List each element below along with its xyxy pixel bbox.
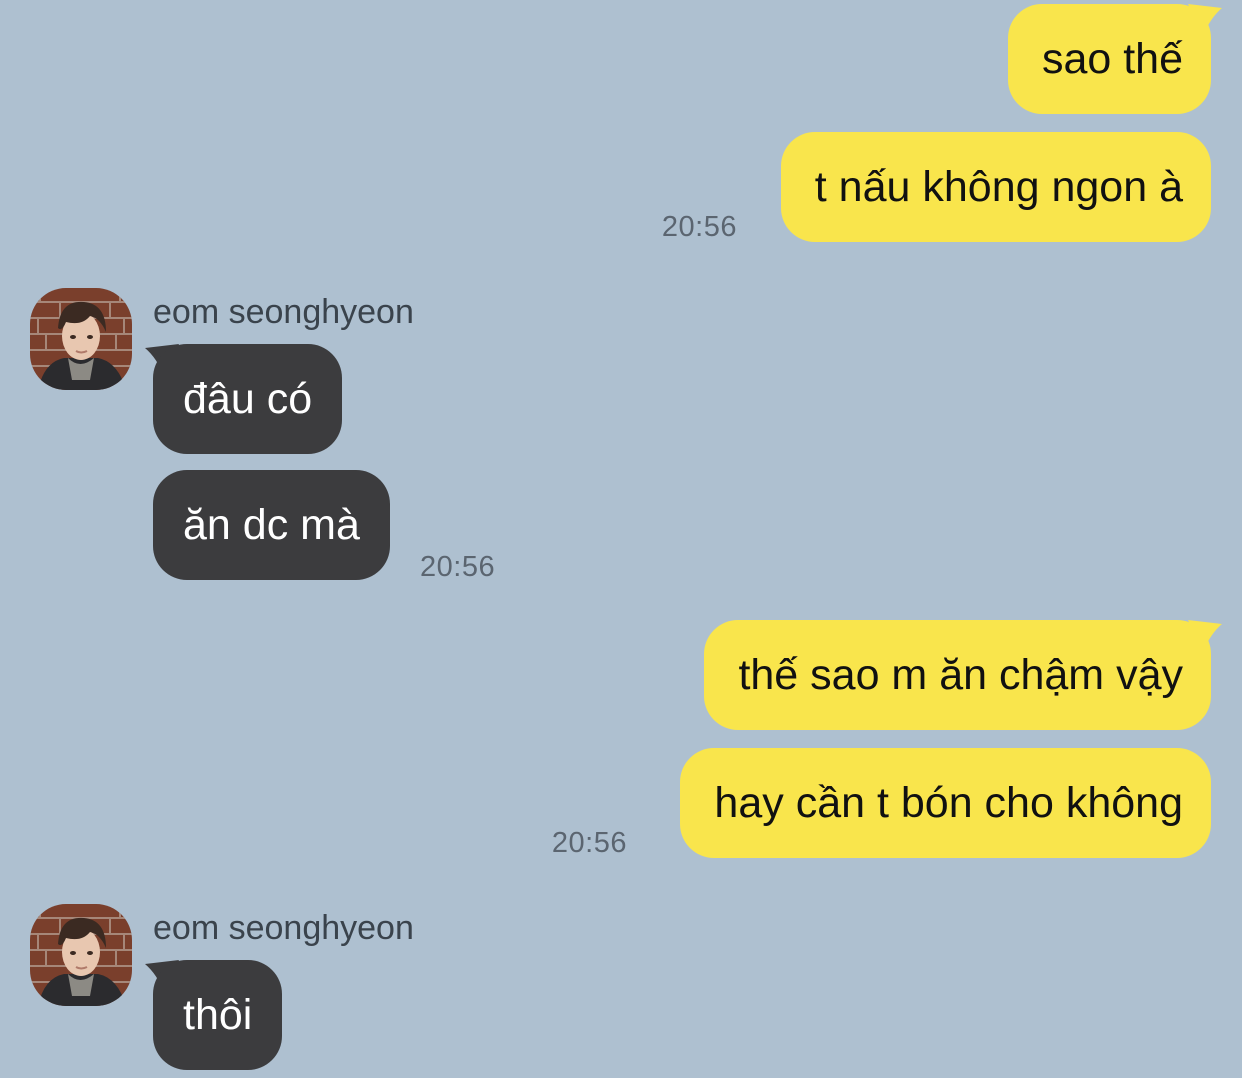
message-text: sao thế (1041, 34, 1183, 83)
sender-name: eom seonghyeon (153, 293, 414, 331)
outgoing-message-bubble[interactable]: thế sao m ăn chậm vậy (704, 620, 1211, 730)
bubble-tail-icon (1188, 4, 1222, 38)
message-timestamp: 20:56 (661, 211, 737, 243)
message-text: ăn dc mà (183, 500, 360, 549)
message-timestamp: 20:56 (551, 827, 627, 859)
message-text: đâu có (183, 374, 313, 423)
bubble-tail-icon (1188, 620, 1222, 654)
message-text: thế sao m ăn chậm vậy (738, 650, 1183, 699)
profile-photo-icon (30, 288, 132, 390)
profile-photo-icon (30, 904, 132, 1006)
incoming-message-bubble[interactable]: đâu có (153, 344, 343, 454)
incoming-message-bubble[interactable]: thôi (153, 960, 283, 1070)
message-text: hay cần t bón cho không (714, 778, 1183, 827)
outgoing-message-bubble[interactable]: t nấu không ngon à (780, 132, 1211, 242)
message-text: thôi (183, 990, 253, 1039)
message-timestamp: 20:56 (420, 551, 496, 583)
outgoing-message-bubble[interactable]: sao thế (1007, 4, 1211, 114)
avatar[interactable] (30, 904, 132, 1006)
message-text: t nấu không ngon à (814, 162, 1183, 211)
outgoing-message-bubble[interactable]: hay cần t bón cho không (680, 748, 1211, 858)
sender-name: eom seonghyeon (153, 909, 414, 947)
incoming-message-bubble[interactable]: ăn dc mà (153, 470, 390, 580)
avatar[interactable] (30, 288, 132, 390)
